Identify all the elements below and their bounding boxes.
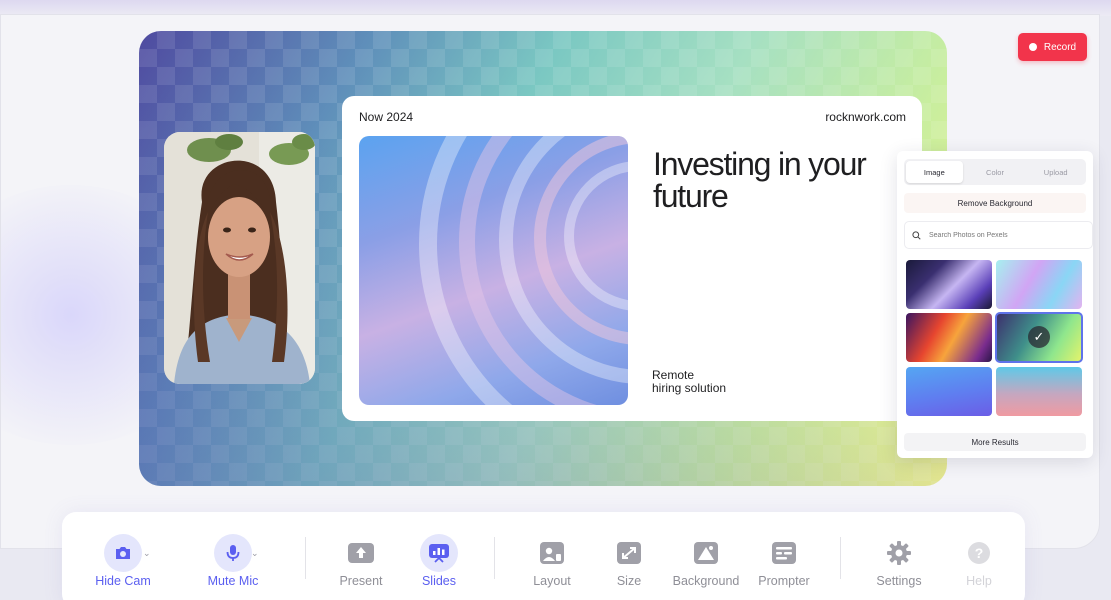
mute-mic-label: Mute Mic — [207, 574, 259, 588]
help-label: Help — [966, 574, 992, 588]
record-dot-icon — [1028, 43, 1037, 51]
microphone-icon — [214, 534, 252, 572]
hide-cam-button[interactable]: Hide Cam — [83, 534, 163, 594]
record-label: Record — [1043, 41, 1077, 53]
resize-icon — [610, 534, 648, 572]
prompter-label: Prompter — [758, 574, 810, 588]
slide-date: Now 2024 — [359, 110, 414, 124]
background-thumb-1[interactable] — [906, 260, 992, 309]
upload-screen-icon — [342, 534, 380, 572]
search-icon — [912, 230, 921, 240]
background-image-icon — [687, 534, 725, 572]
presenter-image — [164, 132, 315, 384]
gear-icon — [880, 534, 918, 572]
svg-text:?: ? — [975, 545, 984, 561]
camera-feed[interactable] — [164, 132, 315, 384]
background-thumb-5[interactable] — [906, 367, 992, 416]
present-label: Present — [339, 574, 383, 588]
tab-color[interactable]: Color — [967, 161, 1024, 183]
mic-options-chevron-icon[interactable]: ⌄ — [251, 548, 259, 559]
remove-background-button[interactable]: Remove Background — [904, 193, 1086, 213]
tab-upload[interactable]: Upload — [1027, 161, 1084, 183]
slides-button[interactable]: Slides — [399, 534, 479, 594]
background-thumb-6[interactable] — [996, 367, 1082, 416]
background-button[interactable]: Background — [666, 534, 746, 594]
present-button[interactable]: Present — [321, 534, 401, 594]
hide-cam-label: Hide Cam — [95, 574, 151, 588]
background-label: Background — [672, 574, 740, 588]
slide-subtitle-line2: hiring solution — [652, 381, 727, 395]
search-pexels-field[interactable] — [904, 221, 1093, 249]
background-thumb-4-selected[interactable]: ✓ — [995, 312, 1083, 363]
search-input[interactable] — [927, 230, 1081, 240]
slides-chart-icon — [420, 534, 458, 572]
help-button[interactable]: ? Help — [939, 534, 1019, 594]
background-thumb-3[interactable] — [906, 313, 992, 362]
toolbar-divider — [305, 537, 306, 579]
help-icon: ? — [960, 534, 998, 572]
more-results-button[interactable]: More Results — [904, 433, 1086, 451]
slide-abstract-image — [359, 136, 628, 405]
mute-mic-button[interactable]: Mute Mic — [193, 534, 273, 594]
slide-heading: Investing in your future — [653, 146, 867, 214]
slide-subtitle-line1: Remote — [652, 368, 695, 382]
toolbar-divider — [840, 537, 841, 579]
toolbar-divider — [494, 537, 495, 579]
size-button[interactable]: Size — [589, 534, 669, 594]
background-panel: Image Color Upload Remove Background ✓ M… — [897, 151, 1093, 458]
prompter-button[interactable]: Prompter — [744, 534, 824, 594]
slide-website: rocknwork.com — [825, 110, 906, 124]
settings-label: Settings — [876, 574, 922, 588]
size-label: Size — [616, 574, 642, 588]
layout-icon — [533, 534, 571, 572]
slides-label: Slides — [421, 574, 457, 588]
camera-options-chevron-icon[interactable]: ⌄ — [143, 548, 151, 559]
camera-icon — [104, 534, 142, 572]
bottom-toolbar: Hide Cam ⌄ Mute Mic ⌄ Present Slides Lay… — [62, 512, 1025, 600]
tab-image[interactable]: Image — [906, 161, 963, 183]
layout-button[interactable]: Layout — [512, 534, 592, 594]
presentation-slide[interactable]: Now 2024 rocknwork.com Investing in your… — [342, 96, 922, 421]
checkmark-icon: ✓ — [1028, 326, 1050, 348]
layout-label: Layout — [533, 574, 571, 588]
prompter-icon — [765, 534, 803, 572]
background-tabs: Image Color Upload — [904, 159, 1086, 185]
background-thumb-2[interactable] — [996, 260, 1082, 309]
record-button[interactable]: Record — [1018, 33, 1087, 61]
settings-button[interactable]: Settings — [859, 534, 939, 594]
